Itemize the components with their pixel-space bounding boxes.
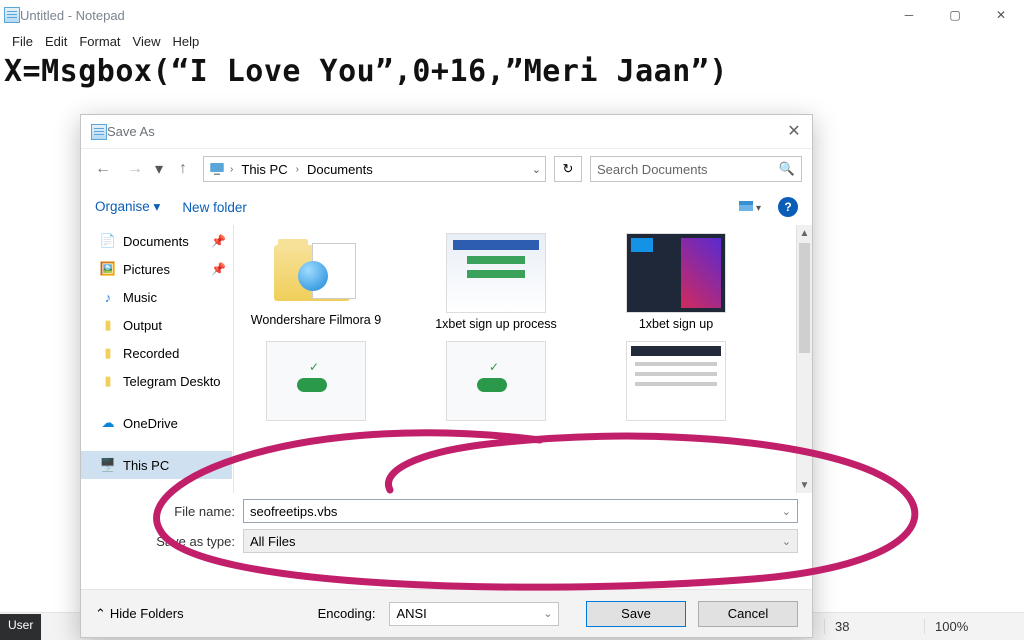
nav-pane: 📄Documents📌 🖼️Pictures📌 ♪Music ▮Output ▮… — [81, 225, 233, 493]
view-options-button[interactable]: ▾ — [738, 197, 764, 217]
notepad-icon — [4, 7, 20, 23]
image-thumb-icon: ✓ — [446, 341, 546, 421]
menu-format[interactable]: Format — [75, 34, 124, 49]
dialog-close-button[interactable]: ✕ — [784, 121, 804, 141]
file-item-image[interactable]: 1xbet sign up process — [426, 233, 566, 333]
encoding-label: Encoding: — [318, 606, 376, 621]
image-thumb-icon — [626, 341, 726, 421]
notepad-titlebar: Untitled - Notepad ─ ▢ ✕ — [0, 0, 1024, 30]
notepad-title: Untitled - Notepad — [20, 8, 125, 23]
nav-documents[interactable]: 📄Documents📌 — [81, 227, 232, 255]
menu-edit[interactable]: Edit — [41, 34, 71, 49]
save-button[interactable]: Save — [586, 601, 686, 627]
menu-help[interactable]: Help — [168, 34, 203, 49]
file-pane[interactable]: ▲ ▼ Wondershare Filmora 9 1xbet sign up … — [233, 225, 812, 493]
filename-label: File name: — [95, 504, 235, 519]
svg-text:▾: ▾ — [756, 203, 761, 214]
editor-content[interactable]: X=Msgbox(“I Love You”,0+16,”Meri Jaan”) — [0, 52, 1024, 91]
chevron-up-icon: ⌃ — [95, 606, 106, 622]
close-button[interactable]: ✕ — [978, 0, 1024, 30]
scroll-up-icon[interactable]: ▲ — [797, 225, 812, 241]
folder-icon — [266, 233, 366, 313]
address-bar[interactable]: › This PC › Documents ⌄ — [203, 156, 546, 182]
nav-up-button[interactable]: ↑ — [171, 157, 195, 181]
scroll-down-icon[interactable]: ▼ — [797, 477, 812, 493]
file-item-image[interactable]: ✓ — [426, 341, 566, 425]
image-thumb-icon — [626, 233, 726, 313]
maximize-button[interactable]: ▢ — [932, 0, 978, 30]
file-item-image[interactable] — [606, 341, 746, 425]
breadcrumb-this-pc[interactable]: This PC — [237, 162, 291, 177]
scrollbar[interactable]: ▲ ▼ — [796, 225, 812, 493]
hide-folders-button[interactable]: ⌃ Hide Folders — [95, 606, 184, 622]
scroll-thumb[interactable] — [799, 243, 810, 353]
nav-recorded[interactable]: ▮Recorded — [81, 339, 232, 367]
help-button[interactable]: ? — [778, 197, 798, 217]
filename-input[interactable]: seofreetips.vbs ⌄ — [243, 499, 798, 523]
refresh-button[interactable]: ↻ — [554, 156, 582, 182]
nav-pictures[interactable]: 🖼️Pictures📌 — [81, 255, 232, 283]
nav-back-button[interactable]: ← — [91, 157, 115, 181]
dropdown-icon[interactable]: ⌄ — [543, 607, 552, 620]
nav-this-pc[interactable]: 🖥️This PC — [81, 451, 232, 479]
menubar: File Edit Format View Help — [0, 30, 1024, 52]
encoding-select[interactable]: ANSI ⌄ — [389, 602, 559, 626]
nav-forward-button[interactable]: → — [123, 157, 147, 181]
status-zoom: 100% — [924, 619, 1024, 634]
search-input[interactable]: Search Documents 🔍 — [590, 156, 802, 182]
dialog-icon — [91, 124, 107, 140]
address-dropdown-icon[interactable]: ⌄ — [532, 163, 541, 176]
search-placeholder: Search Documents — [597, 162, 708, 177]
pin-icon: 📌 — [211, 262, 226, 276]
menu-file[interactable]: File — [8, 34, 37, 49]
image-thumb-icon — [446, 233, 546, 313]
menu-view[interactable]: View — [129, 34, 165, 49]
organise-button[interactable]: Organise ▾ — [95, 199, 160, 215]
status-col: 38 — [824, 619, 924, 634]
breadcrumb-documents[interactable]: Documents — [303, 162, 377, 177]
pin-icon: 📌 — [211, 234, 226, 248]
dialog-title: Save As — [107, 124, 155, 139]
search-icon: 🔍 — [779, 161, 795, 177]
file-item-image[interactable]: 1xbet sign up — [606, 233, 746, 333]
nav-output[interactable]: ▮Output — [81, 311, 232, 339]
dropdown-icon[interactable]: ⌄ — [782, 535, 791, 548]
dropdown-icon[interactable]: ⌄ — [782, 505, 791, 518]
save-type-label: Save as type: — [95, 534, 235, 549]
pc-icon — [208, 160, 226, 178]
nav-telegram[interactable]: ▮Telegram Deskto — [81, 367, 232, 395]
nav-onedrive[interactable]: ☁OneDrive — [81, 409, 232, 437]
file-item-image[interactable]: ✓ — [246, 341, 386, 425]
save-type-select[interactable]: All Files ⌄ — [243, 529, 798, 553]
file-item-folder[interactable]: Wondershare Filmora 9 — [246, 233, 386, 333]
user-bar: User — [0, 614, 41, 640]
image-thumb-icon: ✓ — [266, 341, 366, 421]
nav-music[interactable]: ♪Music — [81, 283, 232, 311]
new-folder-button[interactable]: New folder — [182, 200, 247, 215]
cancel-button[interactable]: Cancel — [698, 601, 798, 627]
save-as-dialog: Save As ✕ ← → ▾ ↑ › This PC › Documents … — [80, 114, 813, 638]
minimize-button[interactable]: ─ — [886, 0, 932, 30]
